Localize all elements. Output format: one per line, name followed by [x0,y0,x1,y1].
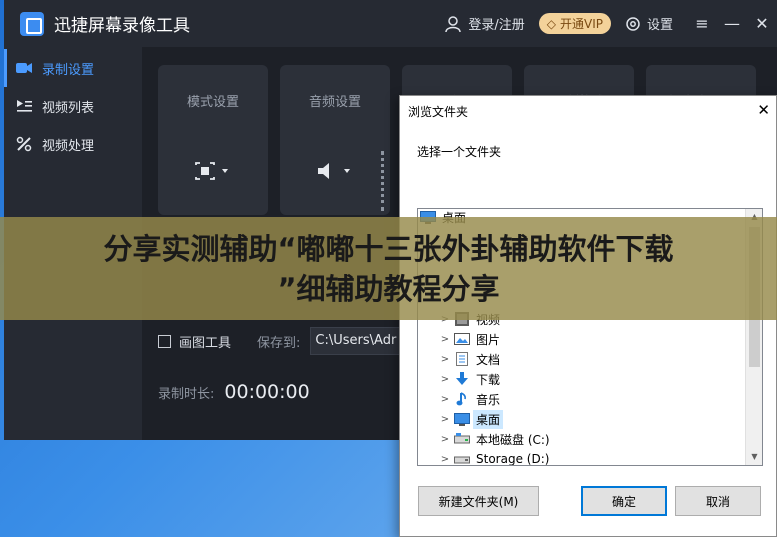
chevron-right-icon[interactable]: > [436,374,454,385]
save-options-row: 画图工具 保存到: C:\Users\Adr [158,327,421,355]
tree-row-desktop-selected[interactable]: > 桌面 [436,409,504,429]
scroll-down-icon[interactable]: ▼ [746,449,762,465]
drive-icon [454,452,470,465]
chevron-right-icon[interactable]: > [436,414,454,425]
volume-level-bar[interactable] [381,151,384,211]
login-button[interactable]: 登录/注册 [444,14,525,33]
overlay-banner: 分享实测辅助“嘟嘟十三张外卦辅助软件下载 ”细辅助教程分享 [0,217,777,320]
tree-row-music[interactable]: > 音乐 [436,389,500,409]
sidebar-item-label: 视频处理 [42,138,95,154]
app-logo-icon [20,11,44,36]
card-title: 模式设置 [186,95,239,110]
tree-row-drive-c[interactable]: > 本地磁盘 (C:) [436,429,550,449]
video-camera-icon [16,60,32,76]
cancel-button[interactable]: 取消 [675,486,761,516]
draw-tool-checkbox[interactable] [158,334,171,348]
user-icon [445,15,462,32]
chevron-right-icon[interactable]: > [436,334,454,345]
vip-diamond-icon: ◇ [546,16,556,31]
gear-icon [626,16,640,31]
sidebar-item-label: 录制设置 [42,62,95,78]
menu-icon[interactable]: ≡ [687,14,717,33]
sidebar-item-video-list[interactable]: 视频列表 [4,87,142,125]
music-folder-icon [454,392,470,406]
duration-row: 录制时长: 00:00:00 [158,381,310,403]
tools-icon [16,136,32,152]
tree-row-drive-d[interactable]: > Storage (D:) [436,449,550,466]
tree-row-downloads[interactable]: > 下载 [436,369,500,389]
vip-label: 开通VIP [559,17,603,31]
banner-line-2: ”细辅助教程分享 [277,271,500,306]
new-folder-button[interactable]: 新建文件夹(M) [418,486,539,516]
play-list-icon [16,98,32,114]
duration-value: 00:00:00 [224,381,310,403]
sidebar-item-label: 视频列表 [42,100,95,116]
chevron-right-icon[interactable]: > [436,394,454,405]
dialog-close-icon[interactable]: ✕ [757,101,770,119]
close-icon[interactable]: ✕ [747,14,777,33]
minimize-icon[interactable]: — [717,14,747,33]
app-title: 迅捷屏幕录像工具 [54,16,190,36]
duration-label: 录制时长: [158,387,215,402]
tree-label: 本地磁盘 (C:) [476,432,550,447]
sidebar-item-record-settings[interactable]: 录制设置 [4,49,142,87]
dialog-prompt: 选择一个文件夹 [417,145,502,159]
chevron-right-icon[interactable]: > [436,354,454,365]
screen-capture-icon [158,161,268,186]
dialog-title: 浏览文件夹 [408,104,469,119]
tree-label: 文档 [476,352,501,367]
draw-tool-label: 画图工具 [179,335,232,351]
tree-row-documents[interactable]: > 文档 [436,349,500,369]
download-folder-icon [454,372,470,386]
sidebar-item-video-processing[interactable]: 视频处理 [4,125,142,163]
settings-label: 设置 [646,18,673,33]
tree-label: Storage (D:) [476,452,550,466]
desktop-icon [454,412,470,426]
vip-button[interactable]: ◇ 开通VIP [538,13,611,34]
ok-button[interactable]: 确定 [581,486,667,516]
audio-settings-card[interactable]: 音频设置 [280,65,390,215]
title-bar: 迅捷屏幕录像工具 登录/注册 ◇ 开通VIP 设置 ≡ — ✕ [4,0,777,47]
tree-row-pictures[interactable]: > 图片 [436,329,500,349]
drive-icon [454,432,470,446]
tree-label: 桌面 [473,409,504,429]
documents-folder-icon [454,352,470,366]
card-title: 音频设置 [308,95,361,110]
chevron-right-icon[interactable]: > [436,434,454,445]
speaker-icon [280,161,390,186]
tree-label: 下载 [476,372,501,387]
login-label: 登录/注册 [468,18,525,33]
mode-settings-card[interactable]: 模式设置 [158,65,268,215]
settings-button[interactable]: 设置 [625,14,673,33]
save-to-label: 保存到: [257,335,301,351]
chevron-right-icon[interactable]: > [436,454,454,465]
tree-label: 音乐 [476,392,501,407]
banner-line-1: 分享实测辅助“嘟嘟十三张外卦辅助软件下载 [103,231,674,266]
pictures-folder-icon [454,332,470,346]
tree-label: 图片 [476,332,501,347]
